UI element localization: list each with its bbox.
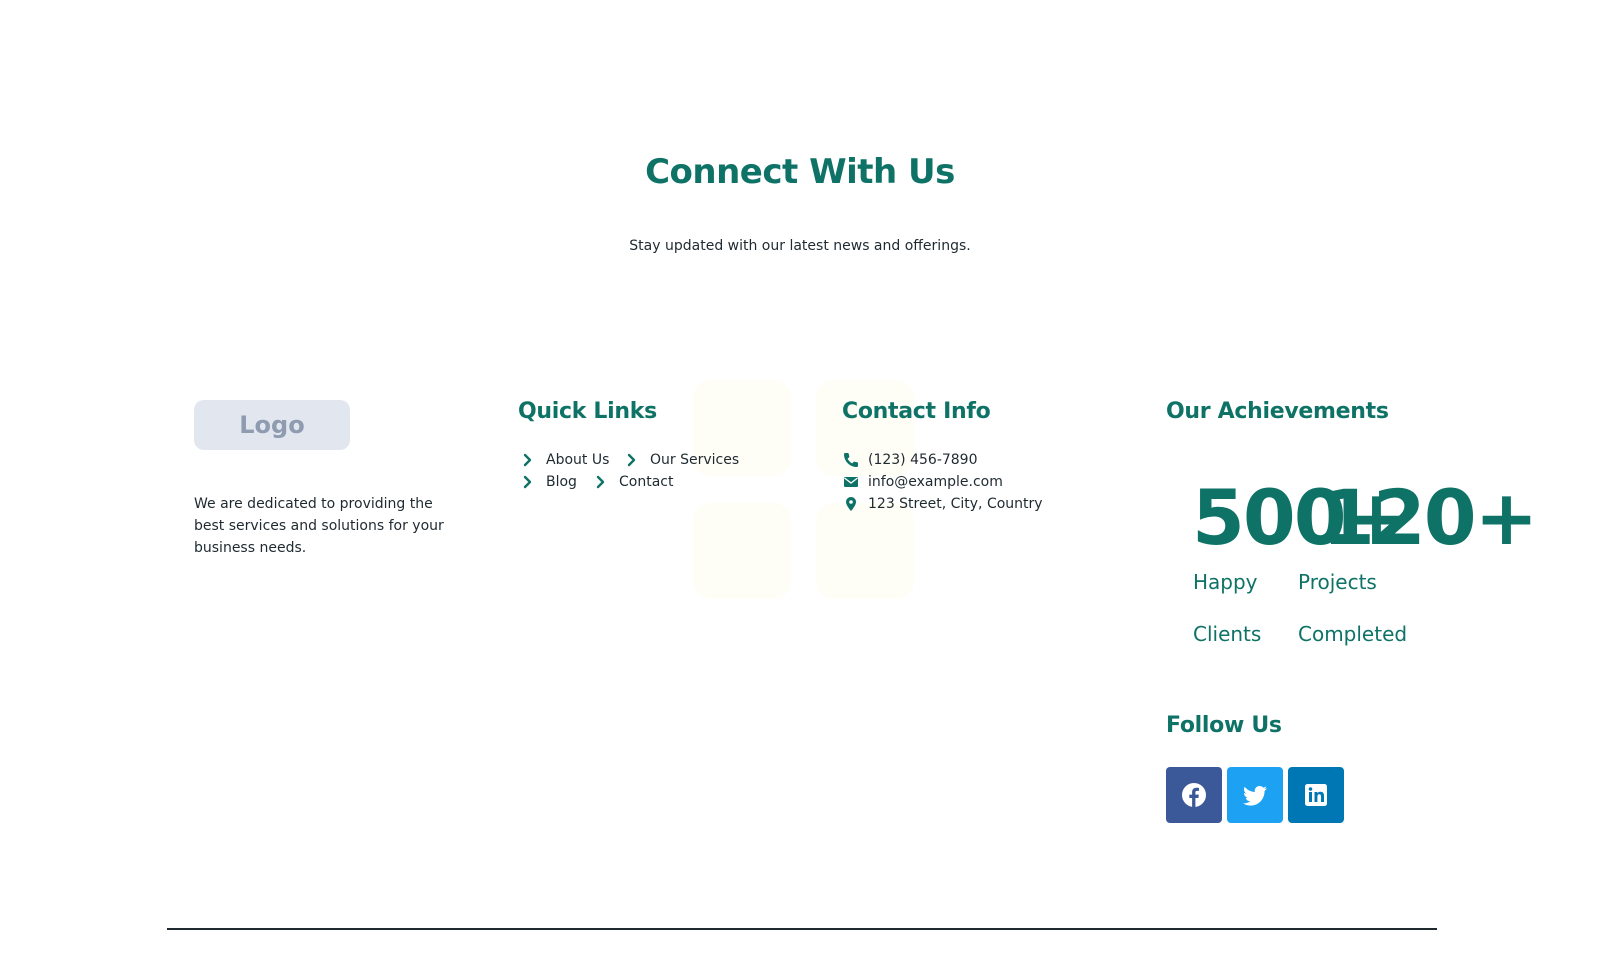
page-subtitle: Stay updated with our latest news and of… [629,238,971,254]
about-text: We are dedicated to providing the best s… [194,496,444,556]
follow-us-heading: Follow Us [1166,713,1282,738]
contact-email: info@example.com [843,474,1003,490]
quick-links-heading: Quick Links [518,399,657,424]
stat-number: 120+ [1322,473,1538,562]
address-text: 123 Street, City, Country [868,496,1043,512]
link-label: Our Services [650,452,740,468]
map-marker-icon [846,497,856,511]
facebook-button[interactable] [1166,767,1222,823]
phone-text: (123) 456-7890 [868,452,978,468]
achievements-heading: Our Achievements [1166,399,1389,424]
facebook-icon [1182,783,1206,807]
stat-label: Projects Completed [1298,570,1408,646]
linkedin-icon [1305,784,1327,806]
decorative-square [693,503,791,599]
stat-label: Happy Clients [1193,570,1262,646]
footer-divider [167,928,1437,930]
link-about-us[interactable]: About Us [521,452,609,468]
envelope-icon [844,477,858,487]
footer-section: Connect With Us Stay updated with our la… [0,0,1600,978]
chevron-right-icon [596,475,605,489]
twitter-button[interactable] [1227,767,1283,823]
link-label: About Us [546,452,610,468]
twitter-icon [1243,786,1267,806]
page-title: Connect With Us [645,152,955,192]
chevron-right-icon [627,453,636,467]
link-our-services[interactable]: Our Services [625,452,739,468]
logo[interactable]: Logo [194,400,350,450]
link-blog[interactable]: Blog [521,474,577,490]
email-text: info@example.com [868,474,1003,490]
link-label: Blog [546,474,577,490]
decorative-square [816,503,914,599]
phone-icon [844,453,858,467]
chevron-right-icon [523,475,532,489]
link-label: Contact [619,474,674,490]
contact-address: 123 Street, City, Country [843,496,1043,512]
contact-info-heading: Contact Info [842,399,991,424]
linkedin-button[interactable] [1288,767,1344,823]
chevron-right-icon [523,453,532,467]
link-contact[interactable]: Contact [594,474,673,490]
contact-phone: (123) 456-7890 [843,452,978,468]
